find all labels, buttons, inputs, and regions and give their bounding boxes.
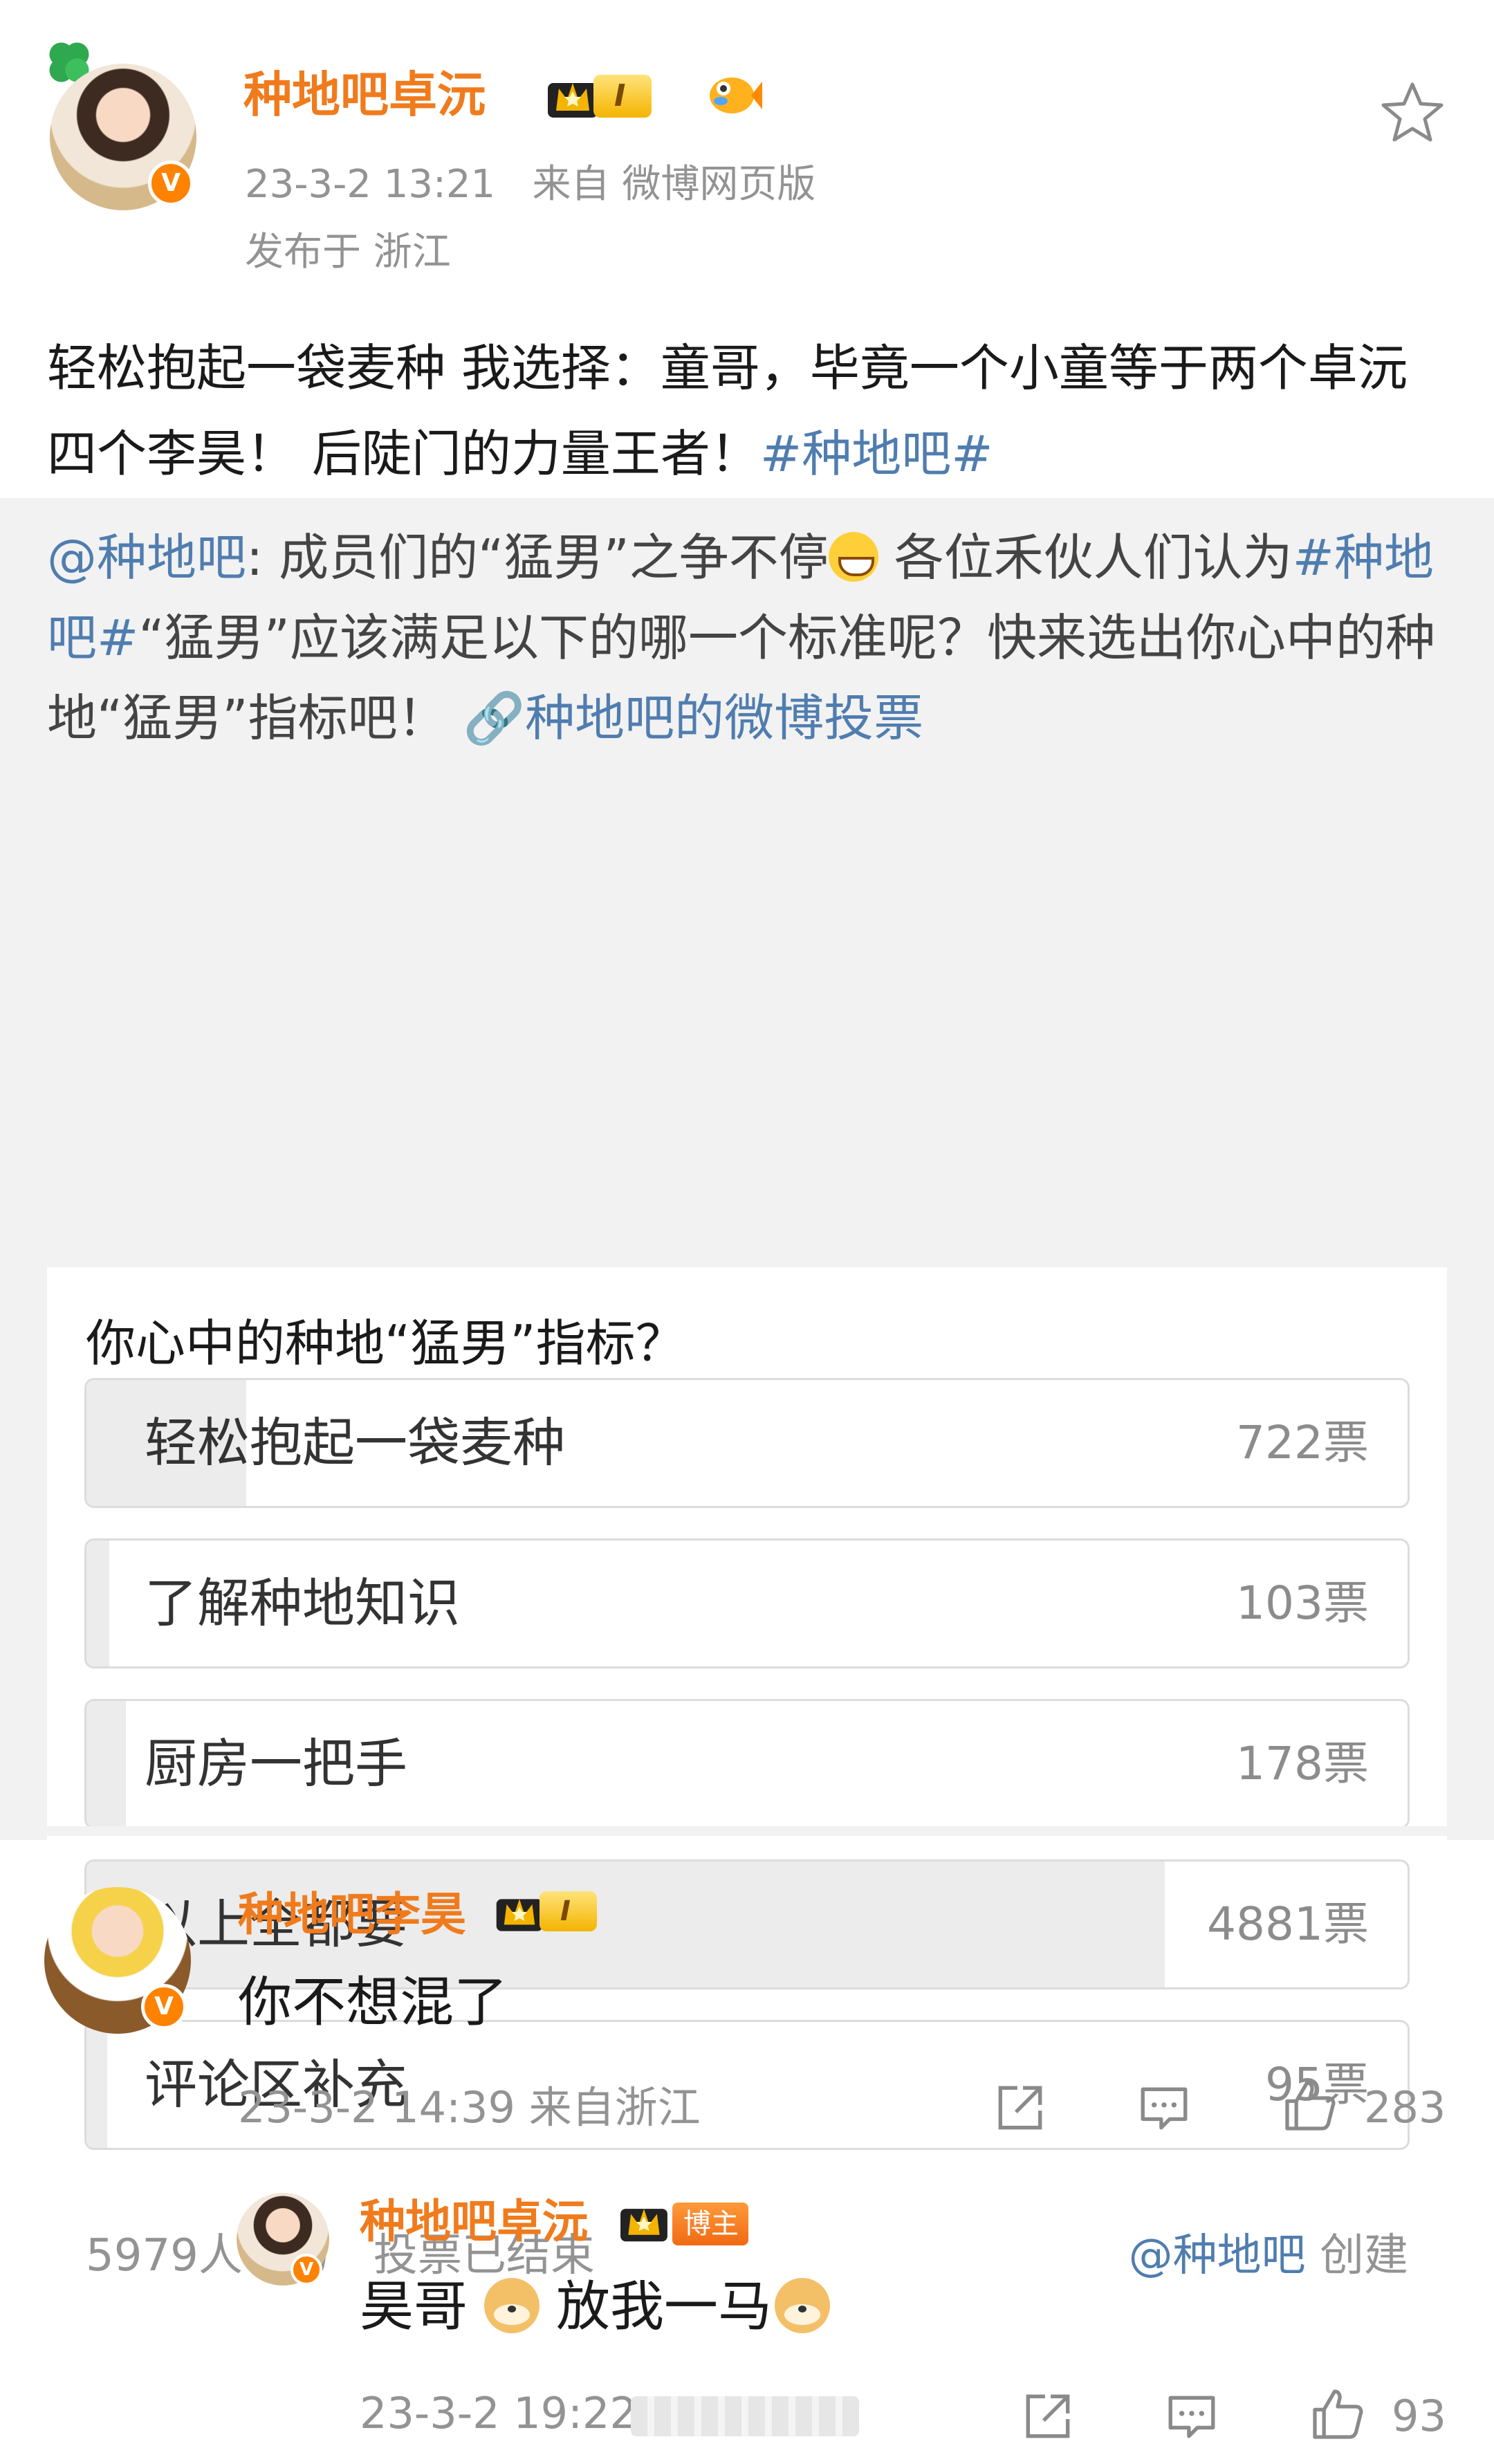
comment-meta: 23-3-2 14:39 来自浙江 — [238, 2082, 701, 2133]
verified-badge: V — [290, 2254, 322, 2286]
mention-link[interactable]: @种地吧 — [47, 528, 246, 587]
watermark-strip — [631, 2396, 859, 2436]
vote-link[interactable]: 🔗种地吧的微博投票 — [463, 689, 924, 747]
level-badge: I — [540, 1891, 597, 1931]
poll-option[interactable]: 了解种地知识 103票 — [84, 1538, 1410, 1668]
poll-title: 你心中的种地“猛男”指标？ — [86, 1314, 685, 1372]
post-text: 轻松抱起一袋麦种 我选择：童哥，毕竟一个小童等于两个卓沅四个李昊！ 后陡门的力量… — [47, 325, 1451, 497]
poll-creator-suffix: 创建 — [1305, 2230, 1408, 2281]
post-time: 23-3-2 13:21 — [245, 162, 496, 207]
poll-creator-link[interactable]: @种地吧 — [1129, 2230, 1306, 2281]
post-meta: 23-3-2 13:21 来自 微博网页版 — [245, 160, 815, 209]
like-count: 283 — [1364, 2082, 1446, 2133]
poll-option-fill — [86, 2022, 108, 2148]
verified-badge: V — [148, 160, 194, 206]
repost-text: @种地吧: 成员们的“猛男”之争不停 各位禾伙人们认为#种地吧#“猛男”应该满足… — [47, 517, 1451, 758]
crown-icon — [620, 2209, 667, 2242]
verified-badge: V — [141, 1984, 187, 2030]
poll-option-count: 722票 — [1236, 1416, 1369, 1469]
grin-emoji — [828, 532, 878, 582]
poll-option[interactable]: 轻松抱起一袋麦种 722票 — [84, 1378, 1410, 1508]
poll-option-label: 厨房一把手 — [145, 1733, 407, 1794]
replier-name[interactable]: 种地吧卓沅 — [360, 2189, 588, 2255]
crown-icon — [496, 1899, 543, 1931]
poll-option-count: 103票 — [1236, 1576, 1369, 1630]
comment-text: 你不想混了 — [238, 1971, 508, 2034]
repost-card: @种地吧: 成员们的“猛男”之争不停 各位禾伙人们认为#种地吧#“猛男”应该满足… — [0, 498, 1494, 2326]
poll-option-count: 4881票 — [1207, 1897, 1369, 1951]
reply-text-a: 昊哥 — [360, 2276, 468, 2338]
share-icon[interactable] — [992, 2079, 1049, 2136]
poll-option[interactable]: 厨房一把手 178票 — [84, 1699, 1410, 1829]
share-icon[interactable] — [1020, 2388, 1076, 2445]
reply-meta: 23-3-2 19:22 — [360, 2388, 637, 2438]
reply-text-b: 放我一马 — [556, 2276, 773, 2338]
poll-card: 你心中的种地“猛男”指标？ 轻松抱起一袋麦种 722票 了解种地知识 103票 … — [47, 1267, 1447, 2326]
comment-icon[interactable] — [1136, 2079, 1192, 2136]
poll-option-fill — [86, 1541, 109, 1666]
comment-icon[interactable] — [1163, 2388, 1220, 2445]
post-body: 轻松抱起一袋麦种 我选择：童哥，毕竟一个小童等于两个卓沅四个李昊！ 后陡门的力量… — [47, 339, 1408, 483]
poll-creator: @种地吧 创建 — [1129, 2225, 1408, 2287]
crown-icon — [548, 83, 598, 118]
repost-body-a: : 成员们的“猛男”之争不停 — [246, 528, 829, 587]
post-source: 来自 微博网页版 — [532, 162, 816, 207]
like-count: 93 — [1392, 2391, 1446, 2441]
poll-option-count: 178票 — [1236, 1737, 1369, 1790]
author-name[interactable]: 种地吧卓沅 — [243, 64, 486, 126]
poll-option-label: 轻松抱起一袋麦种 — [145, 1412, 565, 1473]
commenter-name[interactable]: 种地吧李昊 — [238, 1882, 466, 1948]
level-badge: I — [593, 75, 652, 118]
star-icon[interactable] — [1379, 79, 1446, 145]
owner-tag: 博主 — [672, 2203, 748, 2245]
like-icon[interactable] — [1280, 2075, 1340, 2136]
like-icon[interactable] — [1307, 2384, 1368, 2445]
doge-emoji — [484, 2278, 540, 2333]
doge-emoji — [775, 2278, 831, 2333]
poll-option-label: 了解种地知识 — [145, 1572, 460, 1634]
post-location: 发布于 浙江 — [245, 230, 451, 275]
hashtag-link[interactable]: #种地吧# — [760, 425, 993, 483]
section-divider — [0, 1826, 1494, 1836]
repost-body-b: 各位禾伙人们认为 — [878, 528, 1293, 587]
fish-icon — [710, 77, 762, 113]
poll-option-fill — [86, 1701, 126, 1827]
reply-text: 昊哥 放我一马 — [360, 2269, 847, 2345]
weibo-post: V 种地吧卓沅 I 23-3-2 13:21 来自 微博网页版 发布于 浙江 轻… — [0, 0, 1494, 2326]
